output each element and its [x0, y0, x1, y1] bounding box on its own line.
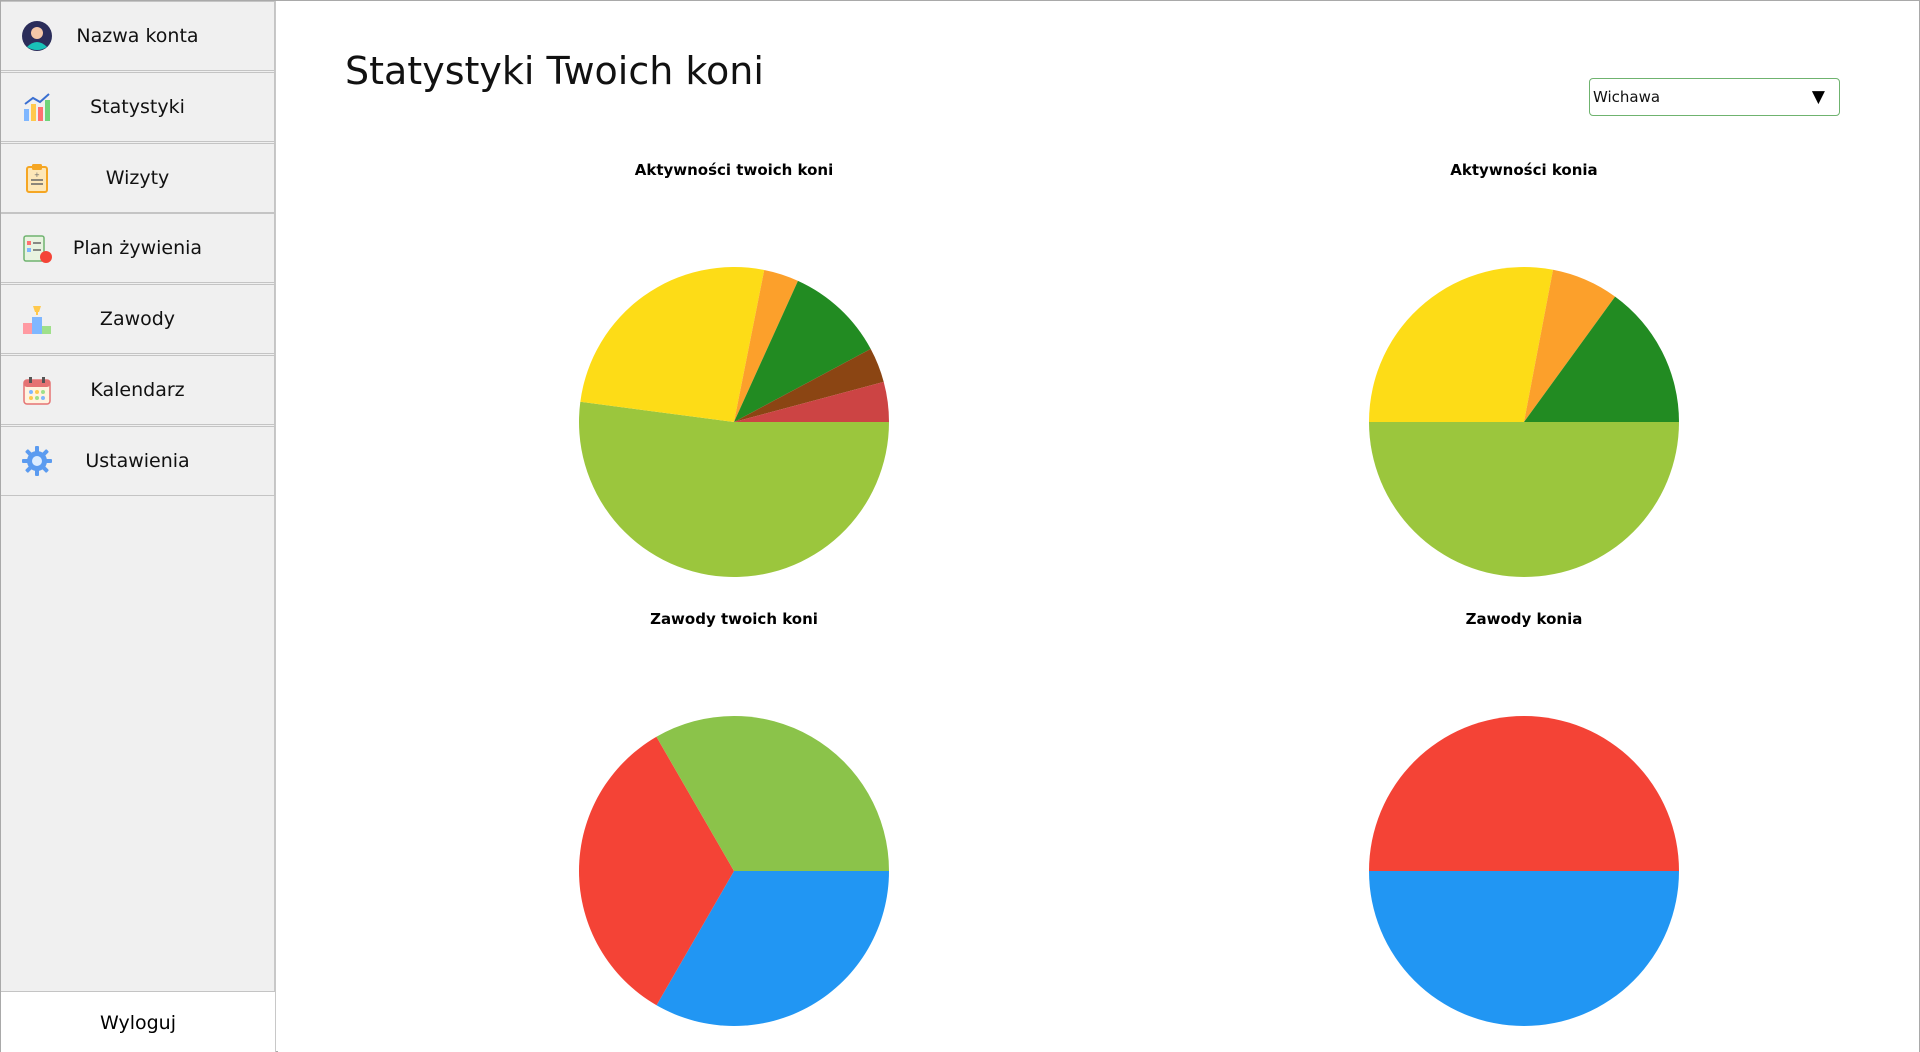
sidebar-item-statistics[interactable]: Statystyki [1, 72, 275, 142]
podium-icon [21, 303, 53, 335]
app-window: Nazwa konta Statystyki + Wizyty Plan żyw… [0, 0, 1920, 1052]
pie-chart-activities-all [579, 267, 889, 577]
horse-select-value: Wichawa [1593, 88, 1661, 106]
sidebar: Nazwa konta Statystyki + Wizyty Plan żyw… [1, 1, 276, 1052]
calendar-icon [21, 374, 53, 406]
sidebar-item-competitions[interactable]: Zawody [1, 284, 275, 354]
svg-text:+: + [34, 171, 40, 179]
bar-chart-icon [21, 91, 53, 123]
user-avatar-icon [21, 20, 53, 52]
chart-title-competitions-horse: Zawody konia [1465, 610, 1583, 628]
chart-title-activities-horse: Aktywności konia [1450, 161, 1598, 179]
sidebar-item-visits[interactable]: + Wizyty [1, 143, 275, 213]
sidebar-item-settings[interactable]: Ustawienia [1, 426, 275, 496]
pie-slice [1369, 871, 1679, 1026]
pie-slice [1369, 267, 1554, 422]
page-title: Statystyki Twoich koni [345, 49, 764, 93]
pie-chart-competitions-horse [1369, 716, 1679, 1026]
sidebar-item-account[interactable]: Nazwa konta [1, 1, 275, 71]
sidebar-item-diet-plan[interactable]: Plan żywienia [1, 213, 275, 283]
chart-title-activities-all: Aktywności twoich koni [634, 161, 834, 179]
sidebar-item-calendar[interactable]: Kalendarz [1, 355, 275, 425]
chevron-down-icon: ▼ [1811, 87, 1825, 107]
gear-icon [21, 445, 53, 477]
chart-title-competitions-all: Zawody twoich koni [650, 610, 818, 628]
pie-chart-competitions-all [579, 716, 889, 1026]
pie-slice [1369, 716, 1679, 871]
pie-chart-activities-horse [1369, 267, 1679, 577]
pie-slice [1369, 422, 1679, 577]
diet-plan-icon [21, 232, 53, 264]
pie-slice [580, 267, 765, 422]
pie-slice [579, 401, 889, 577]
logout-button[interactable]: Wyloguj [1, 991, 275, 1052]
horse-select[interactable]: Wichawa ▼ [1589, 78, 1840, 116]
main-content: Statystyki Twoich koni Wichawa ▼ Aktywno… [278, 1, 1919, 1052]
clipboard-icon: + [21, 162, 53, 194]
